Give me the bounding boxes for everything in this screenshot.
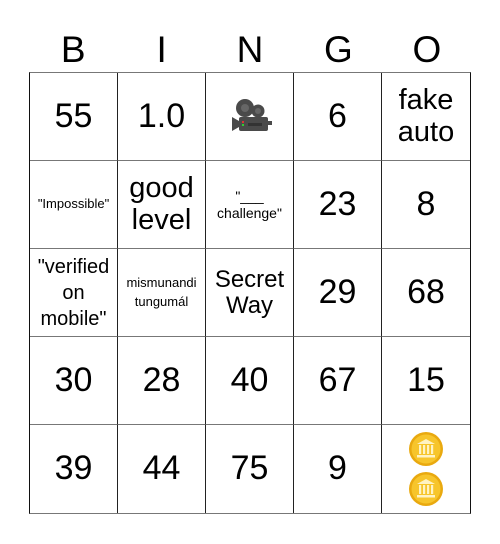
- cell-text: 15: [407, 360, 445, 399]
- cell-text: "___ challenge": [217, 187, 282, 221]
- bingo-cell[interactable]: 29: [294, 249, 382, 337]
- cell-text: 30: [54, 360, 93, 399]
- cell-text: 55: [54, 96, 93, 135]
- movie-camera-icon: [231, 98, 272, 131]
- coin-icon: [409, 432, 443, 466]
- bingo-cell[interactable]: 44: [118, 425, 206, 513]
- bingo-cell[interactable]: 55: [30, 73, 118, 161]
- bingo-cell[interactable]: 28: [118, 337, 206, 425]
- bingo-cell[interactable]: Secret Way: [206, 249, 294, 337]
- bingo-cell[interactable]: 40: [206, 337, 294, 425]
- header-letter-i: I: [156, 29, 167, 70]
- coin-icon: [409, 472, 443, 506]
- bingo-cell[interactable]: "___ challenge": [206, 161, 294, 249]
- cell-text: 6: [328, 96, 347, 135]
- cell-text: 29: [318, 272, 357, 311]
- cell-text: 68: [407, 272, 445, 311]
- cell-text: 8: [416, 184, 436, 223]
- cell-text: 28: [142, 360, 181, 399]
- bingo-card: 55 1.0 6 fake auto "Impossible" good lev…: [29, 72, 471, 514]
- bingo-cell[interactable]: 23: [294, 161, 382, 249]
- bingo-cell[interactable]: "verified on mobile": [30, 249, 118, 337]
- bingo-cell[interactable]: good level: [118, 161, 206, 249]
- bingo-cell[interactable]: 39: [30, 425, 118, 513]
- cell-text: "Impossible": [37, 196, 110, 212]
- cell-text: 9: [328, 449, 347, 488]
- bingo-cell[interactable]: fake auto: [382, 73, 470, 161]
- cell-text: 75: [230, 449, 269, 488]
- cell-text: 23: [318, 184, 357, 223]
- cell-text: fake auto: [397, 83, 455, 148]
- cell-text: "verified on mobile": [37, 255, 110, 330]
- bingo-cell[interactable]: 15: [382, 337, 470, 425]
- bingo-cell[interactable]: 68: [382, 249, 470, 337]
- bingo-cell[interactable]: mismunandi tungumál: [118, 249, 206, 337]
- bingo-cell[interactable]: 75: [206, 425, 294, 513]
- bingo-cell[interactable]: [382, 425, 470, 513]
- cell-text: good level: [129, 171, 194, 236]
- cell-text: 40: [230, 360, 269, 399]
- bingo-cell[interactable]: 30: [30, 337, 118, 425]
- bingo-cell[interactable]: 6: [294, 73, 382, 161]
- header-letter-b: B: [60, 29, 86, 70]
- bingo-cell[interactable]: 8: [382, 161, 470, 249]
- bingo-cell[interactable]: [206, 73, 294, 161]
- cell-text: mismunandi tungumál: [126, 275, 197, 309]
- bingo-header: B I N G O: [29, 28, 471, 72]
- cell-text: 67: [318, 360, 357, 399]
- bingo-cell[interactable]: 67: [294, 337, 382, 425]
- bingo-cell[interactable]: 1.0: [118, 73, 206, 161]
- cell-text: 44: [142, 449, 181, 488]
- cell-text: Secret Way: [214, 265, 285, 319]
- header-letter-g: G: [324, 29, 353, 70]
- header-letter-n: N: [236, 29, 264, 70]
- cell-text: 1.0: [137, 96, 186, 135]
- coin-stack: [408, 431, 444, 507]
- bingo-cell[interactable]: 9: [294, 425, 382, 513]
- bingo-cell[interactable]: "Impossible": [30, 161, 118, 249]
- cell-text: 39: [54, 449, 93, 488]
- header-letter-o: O: [412, 29, 442, 70]
